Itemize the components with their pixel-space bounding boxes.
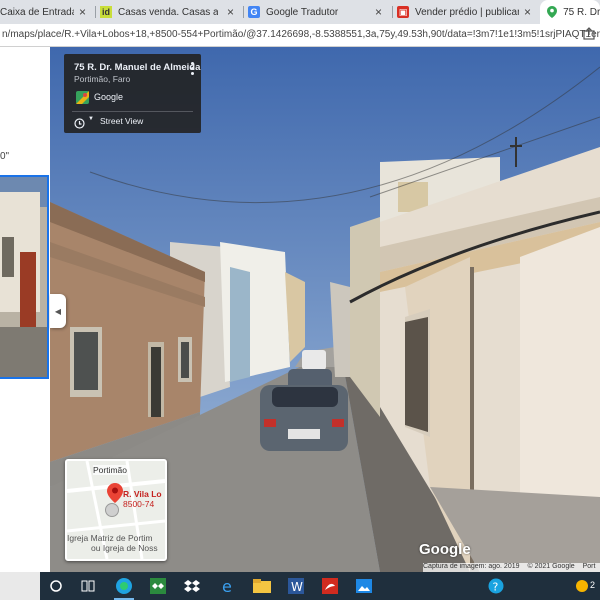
attribution-bar: Captura de imagem: ago. 2019 © 2021 Goog… [423, 563, 600, 572]
viewpoint-marker-icon [105, 503, 119, 517]
church-label-line1: Igreja Matriz de Portim [67, 533, 153, 543]
tab-title: Google Tradutor [266, 6, 339, 18]
side-panel: 0" [0, 47, 50, 572]
acrobat-icon[interactable] [320, 576, 340, 596]
photos-icon[interactable] [354, 576, 374, 596]
app-grid-icon[interactable] [148, 576, 168, 596]
tab-separator [243, 6, 244, 18]
taskbar: e W ? 2 [0, 572, 600, 600]
tab-idealista[interactable]: id Casas venda. Casas arrendar × [100, 0, 240, 24]
history-clock-icon[interactable] [74, 116, 85, 129]
more-options-icon[interactable] [191, 62, 195, 76]
maps-icon [546, 6, 557, 18]
street-view-label: Street View [100, 116, 144, 126]
task-view-icon[interactable] [78, 576, 98, 596]
mini-map[interactable]: Portimão R. Vila Lo 8500-74 Igreja Matri… [65, 459, 167, 561]
edge-icon[interactable] [114, 576, 134, 600]
google-logo: Google [419, 541, 471, 558]
idealista-icon: id [100, 6, 112, 18]
dropbox-icon[interactable] [182, 576, 202, 596]
google-maps-icon [76, 91, 89, 104]
svg-text:e: e [222, 577, 232, 595]
help-icon[interactable]: ? [486, 576, 506, 596]
internet-explorer-icon[interactable]: e [218, 576, 238, 596]
tab-title: 75 R. Dr. M [563, 6, 600, 18]
chevron-down-icon[interactable]: ▼ [88, 116, 94, 122]
address-bar[interactable]: n/maps/place/R.+Vila+Lobos+18,+8500-554+… [0, 24, 600, 47]
place-name: R. Vila Lo [123, 489, 162, 499]
photo-thumbnail[interactable] [0, 175, 49, 379]
share-icon[interactable] [582, 27, 596, 41]
url-text[interactable]: n/maps/place/R.+Vila+Lobos+18,+8500-554+… [2, 29, 600, 40]
tab-translate[interactable]: G Google Tradutor × [248, 0, 388, 24]
svg-text:?: ? [493, 581, 499, 594]
tab-gmail[interactable]: Caixa de Entrada - Tr × [0, 0, 92, 24]
attribution-extra[interactable]: Port [583, 563, 596, 570]
translate-icon: G [248, 6, 260, 18]
address-card: 75 R. Dr. Manuel de Almeida Portimão, Fa… [64, 54, 201, 133]
place-postcode: 8500-74 [123, 499, 155, 509]
taskbar-search-area[interactable] [0, 572, 40, 600]
tab-title: Casas venda. Casas arrendar [118, 6, 218, 18]
close-icon[interactable]: × [524, 5, 531, 19]
tab-strip: Caixa de Entrada - Tr × id Casas venda. … [0, 0, 600, 24]
tab-title: Caixa de Entrada - Tr [0, 6, 74, 18]
address-locality: Portimão, Faro [74, 74, 131, 84]
church-label-line2: ou Igreja de Noss [91, 543, 158, 553]
divider [72, 111, 193, 112]
file-explorer-icon[interactable] [252, 576, 272, 596]
tab-remax[interactable]: ▣ Vender prédio | publicar anúncio × [397, 0, 537, 24]
tab-separator [95, 6, 96, 18]
collapse-panel-button[interactable]: ◀ [50, 294, 66, 328]
map-city-label: Portimão [93, 465, 128, 475]
tab-title: Vender prédio | publicar anúncio [415, 6, 519, 18]
coordinate-fragment: 0" [0, 151, 10, 162]
word-icon[interactable]: W [286, 576, 306, 596]
close-icon[interactable]: × [79, 5, 86, 19]
copyright: © 2021 Google [527, 563, 575, 570]
close-icon[interactable]: × [375, 5, 382, 19]
address-title[interactable]: 75 R. Dr. Manuel de Almeida [74, 62, 200, 73]
tab-maps[interactable]: 75 R. Dr. M [540, 0, 600, 24]
capture-date[interactable]: Captura de imagem: ago. 2019 [423, 563, 520, 570]
remax-icon: ▣ [397, 6, 409, 18]
svg-text:W: W [291, 580, 303, 594]
weather-icon[interactable] [572, 576, 592, 596]
close-icon[interactable]: × [227, 5, 234, 19]
tab-separator [392, 6, 393, 18]
search-circle-icon[interactable] [46, 576, 66, 596]
tray-text: 2 [590, 580, 596, 590]
provider-label[interactable]: Google [94, 92, 123, 102]
